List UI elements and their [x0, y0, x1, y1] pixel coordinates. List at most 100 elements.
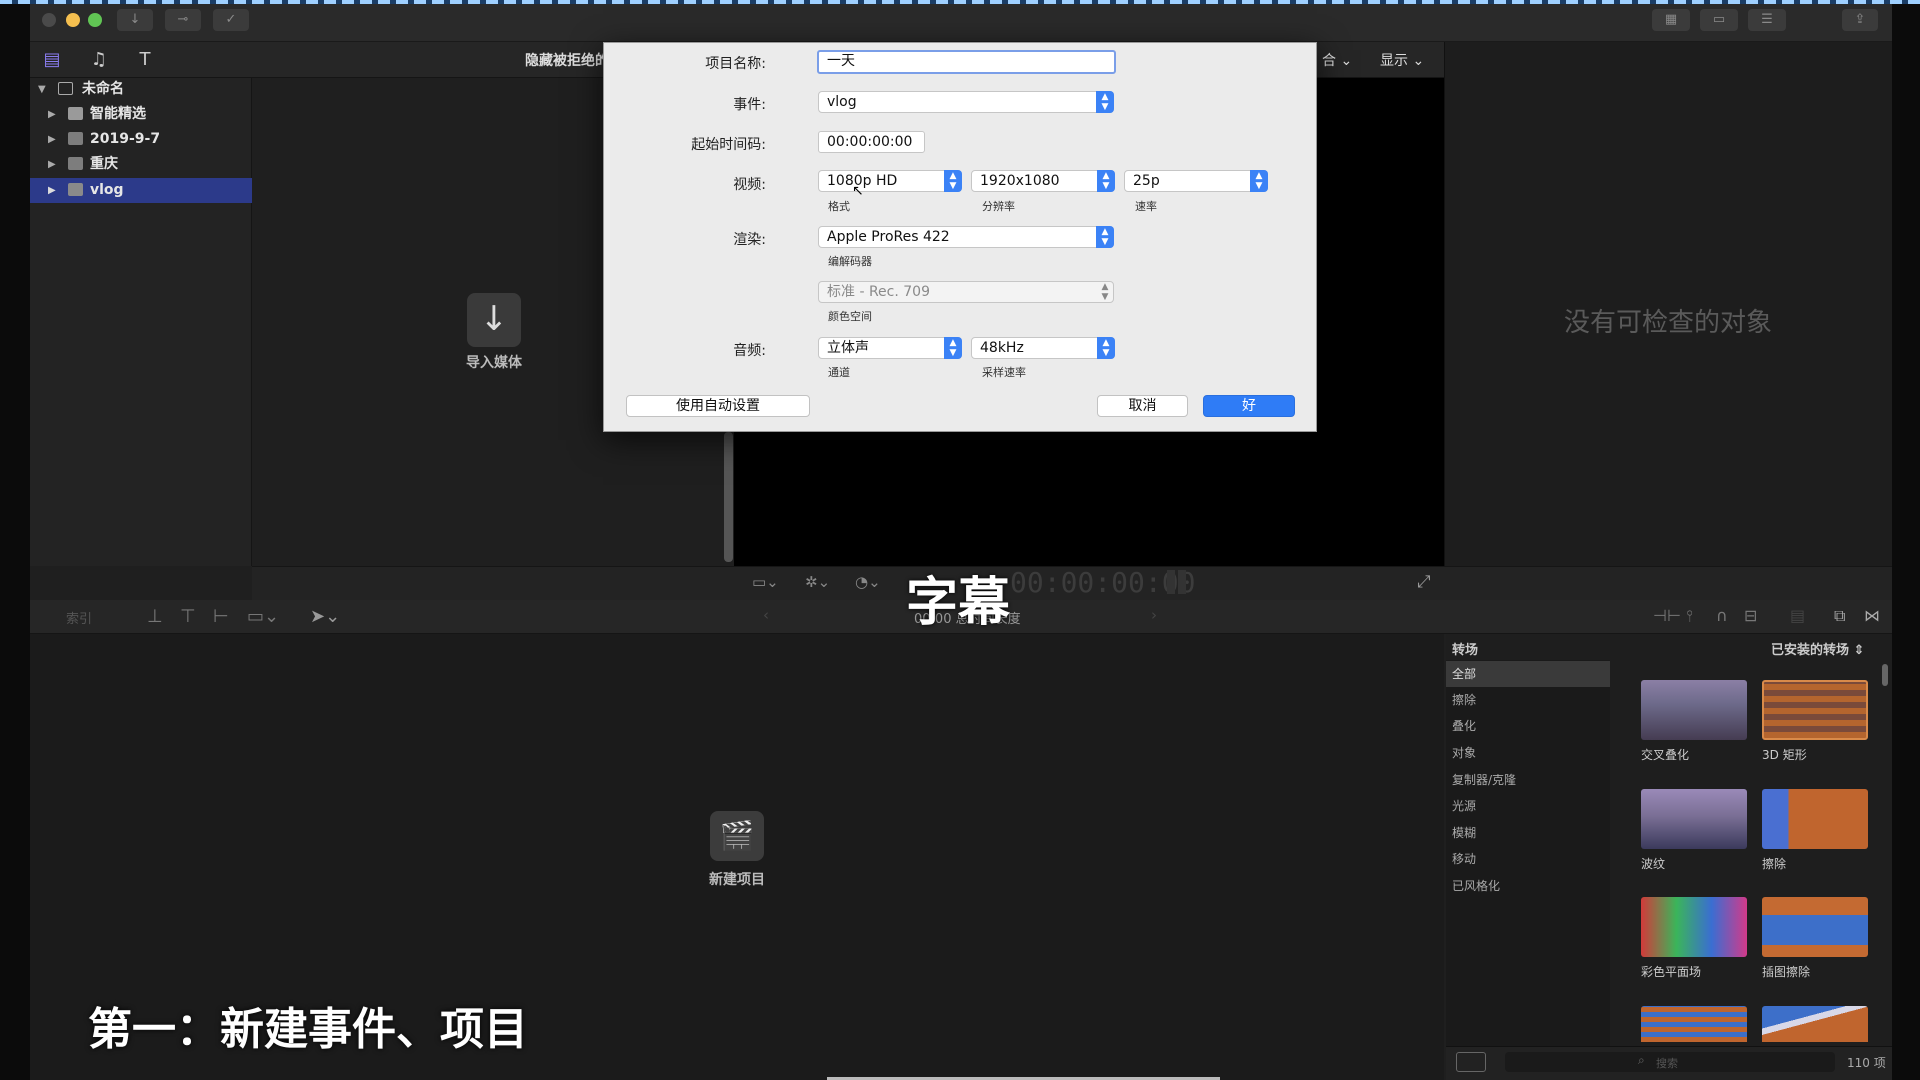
- transition-thumbnail[interactable]: [1762, 680, 1868, 740]
- transitions-browser-icon[interactable]: ⋈: [1864, 606, 1880, 625]
- solo-icon[interactable]: ∩: [1716, 606, 1728, 625]
- timeline-layout-icon[interactable]: ▭: [1700, 9, 1738, 31]
- category-all[interactable]: 全部: [1446, 661, 1610, 687]
- new-project-label[interactable]: 新建项目: [687, 869, 787, 889]
- forward-arrow-icon[interactable]: ›: [1151, 606, 1157, 624]
- use-automatic-settings-button[interactable]: 使用自动设置: [626, 395, 810, 417]
- transition-thumbnail[interactable]: [1641, 789, 1747, 849]
- append-clip-icon[interactable]: ⊢: [213, 606, 229, 627]
- enhancements-icon[interactable]: ✲⌄: [805, 573, 830, 591]
- event-value: vlog: [827, 94, 857, 110]
- sidebar-item-event-2019-9-7[interactable]: ▶ 2019-9-7: [30, 127, 252, 152]
- category-replicator[interactable]: 复制器/克隆: [1446, 767, 1610, 793]
- video-label: 视频:: [733, 177, 766, 193]
- up-down-chevron-icon: ▲ ▼: [944, 170, 962, 192]
- skimming-icon[interactable]: ⊣⊢: [1653, 606, 1681, 625]
- clapperboard-icon[interactable]: 🎬: [710, 811, 764, 861]
- category-dissolves[interactable]: 叠化: [1446, 713, 1610, 739]
- audio-channels-popup[interactable]: 立体声 ▲ ▼: [818, 337, 962, 359]
- up-down-chevron-icon: ▲ ▼: [1096, 91, 1114, 113]
- combine-menu[interactable]: 合 ⌄: [1322, 50, 1352, 70]
- zoom-window-button[interactable]: [88, 13, 102, 27]
- video-format-popup[interactable]: 1080p HD ▲ ▼: [818, 170, 962, 192]
- transition-thumbnail[interactable]: [1641, 680, 1747, 740]
- keywords-icon[interactable]: ⊸: [165, 9, 201, 31]
- installed-transitions-menu[interactable]: 已安装的转场 ⇕: [1771, 639, 1864, 658]
- transitions-title: 转场: [1452, 643, 1479, 658]
- disclosure-closed-icon[interactable]: ▶: [48, 127, 56, 152]
- transition-thumbnail[interactable]: [1762, 789, 1868, 849]
- overwrite-clip-icon[interactable]: ▭⌄: [247, 606, 279, 627]
- event-star-icon: [68, 132, 83, 145]
- video-resolution-popup[interactable]: 1920x1080 ▲ ▼: [971, 170, 1115, 192]
- libraries-icon[interactable]: ▤: [41, 49, 63, 71]
- share-icon[interactable]: ⇪: [1842, 9, 1878, 31]
- transitions-scrollbar[interactable]: [1882, 664, 1888, 686]
- sidebar-item-smart-collections[interactable]: ▶ 智能精选: [30, 102, 252, 127]
- category-wipes[interactable]: 擦除: [1446, 687, 1610, 713]
- up-down-chevron-icon: ▲ ▼: [1250, 170, 1268, 192]
- sidebar-item-event-vlog[interactable]: ▶ vlog: [30, 178, 252, 203]
- minimize-window-button[interactable]: [66, 13, 80, 27]
- library-row[interactable]: ▼ 未命名: [30, 77, 252, 102]
- category-objects[interactable]: 对象: [1446, 740, 1610, 766]
- display-menu[interactable]: 显示 ⌄: [1380, 50, 1424, 70]
- display-label: 显示: [1380, 53, 1408, 69]
- audio-sample-rate-popup[interactable]: 48kHz ▲ ▼: [971, 337, 1115, 359]
- insert-clip-icon[interactable]: ⊤: [180, 606, 196, 627]
- start-timecode-field[interactable]: 00:00:00:00: [818, 131, 925, 153]
- connect-clip-icon[interactable]: ⊥: [147, 606, 163, 627]
- transition-thumbnail[interactable]: [1641, 897, 1747, 957]
- disclosure-closed-icon[interactable]: ▶: [48, 178, 56, 203]
- snapping-icon[interactable]: ⊟: [1744, 606, 1757, 625]
- disclosure-open-icon[interactable]: ▼: [38, 77, 46, 102]
- effects-browser-icon[interactable]: ⧉: [1834, 606, 1845, 626]
- photos-audio-icon[interactable]: ♫: [88, 49, 110, 71]
- audio-meter-icon[interactable]: [1167, 570, 1175, 594]
- retime-icon[interactable]: ◔⌄: [855, 573, 881, 591]
- hide-rejected-filter[interactable]: 隐藏被拒绝的: [525, 50, 609, 70]
- sidebar-item-event-chongqing[interactable]: ▶ 重庆: [30, 152, 252, 177]
- browser-layout-icon[interactable]: ▦: [1652, 9, 1690, 31]
- ok-button[interactable]: 好: [1203, 395, 1295, 417]
- transition-label: 彩色平面场: [1641, 965, 1702, 979]
- project-name-field[interactable]: 一天: [817, 50, 1116, 74]
- import-media-icon[interactable]: ↓: [467, 293, 521, 347]
- sidebar-item-label: 智能精选: [90, 106, 146, 122]
- category-lights[interactable]: 光源: [1446, 793, 1610, 819]
- category-blurs[interactable]: 模糊: [1446, 820, 1610, 846]
- transition-thumbnail[interactable]: [1762, 897, 1868, 957]
- render-codec-value: Apple ProRes 422: [827, 229, 950, 245]
- clip-appearance-icon[interactable]: ▤: [1790, 606, 1805, 625]
- category-stylized[interactable]: 已风格化: [1446, 873, 1610, 899]
- index-button[interactable]: 索引: [66, 608, 92, 627]
- disclosure-closed-icon[interactable]: ▶: [48, 102, 56, 127]
- video-rate-popup[interactable]: 25p ▲ ▼: [1124, 170, 1268, 192]
- event-popup[interactable]: vlog ▲ ▼: [818, 91, 1114, 113]
- transition-thumbnail[interactable]: [1762, 1006, 1868, 1042]
- cancel-button[interactable]: 取消: [1097, 395, 1188, 417]
- event-label: 事件:: [733, 97, 766, 113]
- inspector-layout-icon[interactable]: ☰: [1748, 9, 1786, 31]
- render-codec-popup[interactable]: Apple ProRes 422 ▲ ▼: [818, 226, 1114, 248]
- browser-scrollbar[interactable]: [724, 432, 733, 562]
- back-arrow-icon[interactable]: ‹: [763, 606, 769, 624]
- fullscreen-icon[interactable]: ⤢: [1417, 572, 1431, 592]
- disclosure-closed-icon[interactable]: ▶: [48, 152, 56, 177]
- audio-sample-rate-value: 48kHz: [980, 340, 1024, 356]
- category-movements[interactable]: 移动: [1446, 846, 1610, 872]
- title-bar: [30, 4, 1892, 42]
- audio-label: 音频:: [733, 343, 766, 359]
- sidebar-toggle-icon[interactable]: [1456, 1052, 1486, 1072]
- transition-thumbnail[interactable]: [1641, 1006, 1747, 1042]
- audio-meter-icon[interactable]: [1178, 570, 1186, 594]
- import-icon[interactable]: ↓: [117, 9, 153, 31]
- audio-skimming-icon[interactable]: ⫯: [1686, 606, 1693, 626]
- close-window-button[interactable]: [42, 13, 56, 27]
- import-media-label[interactable]: 导入媒体: [444, 352, 544, 372]
- view-options-icon[interactable]: ▭⌄: [752, 573, 779, 591]
- start-timecode-label: 起始时间码:: [691, 137, 766, 153]
- background-tasks-icon[interactable]: ✓: [213, 9, 249, 31]
- select-tool-icon[interactable]: ➤⌄: [310, 606, 340, 627]
- titles-generators-icon[interactable]: T: [134, 49, 156, 71]
